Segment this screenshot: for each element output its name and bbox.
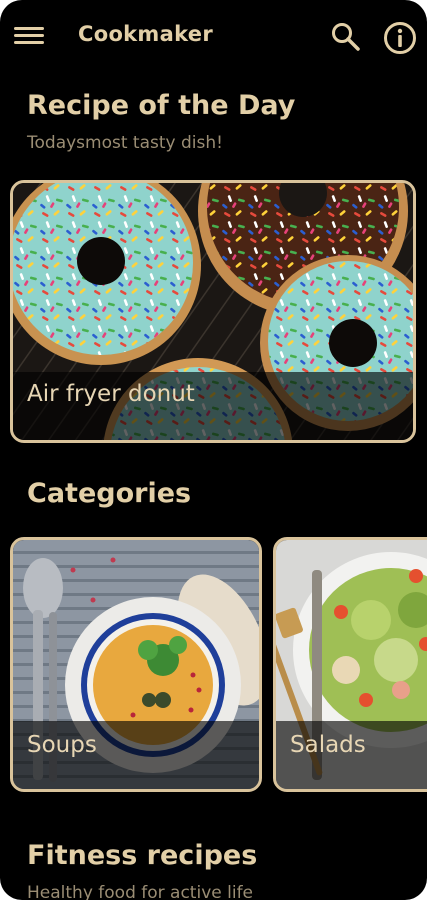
section-title-recipe-of-the-day: Recipe of the Day	[27, 90, 296, 121]
section-title-categories: Categories	[27, 478, 192, 509]
category-label-salads: Salads	[290, 732, 366, 758]
section-subtitle-recipe-of-the-day: Todaysmost tasty dish!	[27, 133, 223, 153]
section-title-fitness-recipes: Fitness recipes	[27, 840, 258, 871]
category-label-soups: Soups	[27, 732, 97, 758]
info-icon[interactable]	[382, 20, 418, 56]
section-subtitle-fitness-recipes: Healthy food for active life	[27, 883, 254, 900]
recipe-of-the-day-card[interactable]: Air fryer donut	[10, 180, 416, 443]
app-bar: Cookmaker	[0, 0, 427, 72]
category-card-salads[interactable]: Salads	[273, 537, 427, 792]
search-icon[interactable]	[329, 20, 363, 54]
hamburger-menu-icon[interactable]	[14, 24, 46, 50]
category-card-soups[interactable]: Soups	[10, 537, 262, 792]
app-screen: Cookmaker Recipe of the Day Todaysmost t…	[0, 0, 427, 900]
app-title: Cookmaker	[78, 22, 213, 46]
recipe-name: Air fryer donut	[27, 381, 195, 407]
